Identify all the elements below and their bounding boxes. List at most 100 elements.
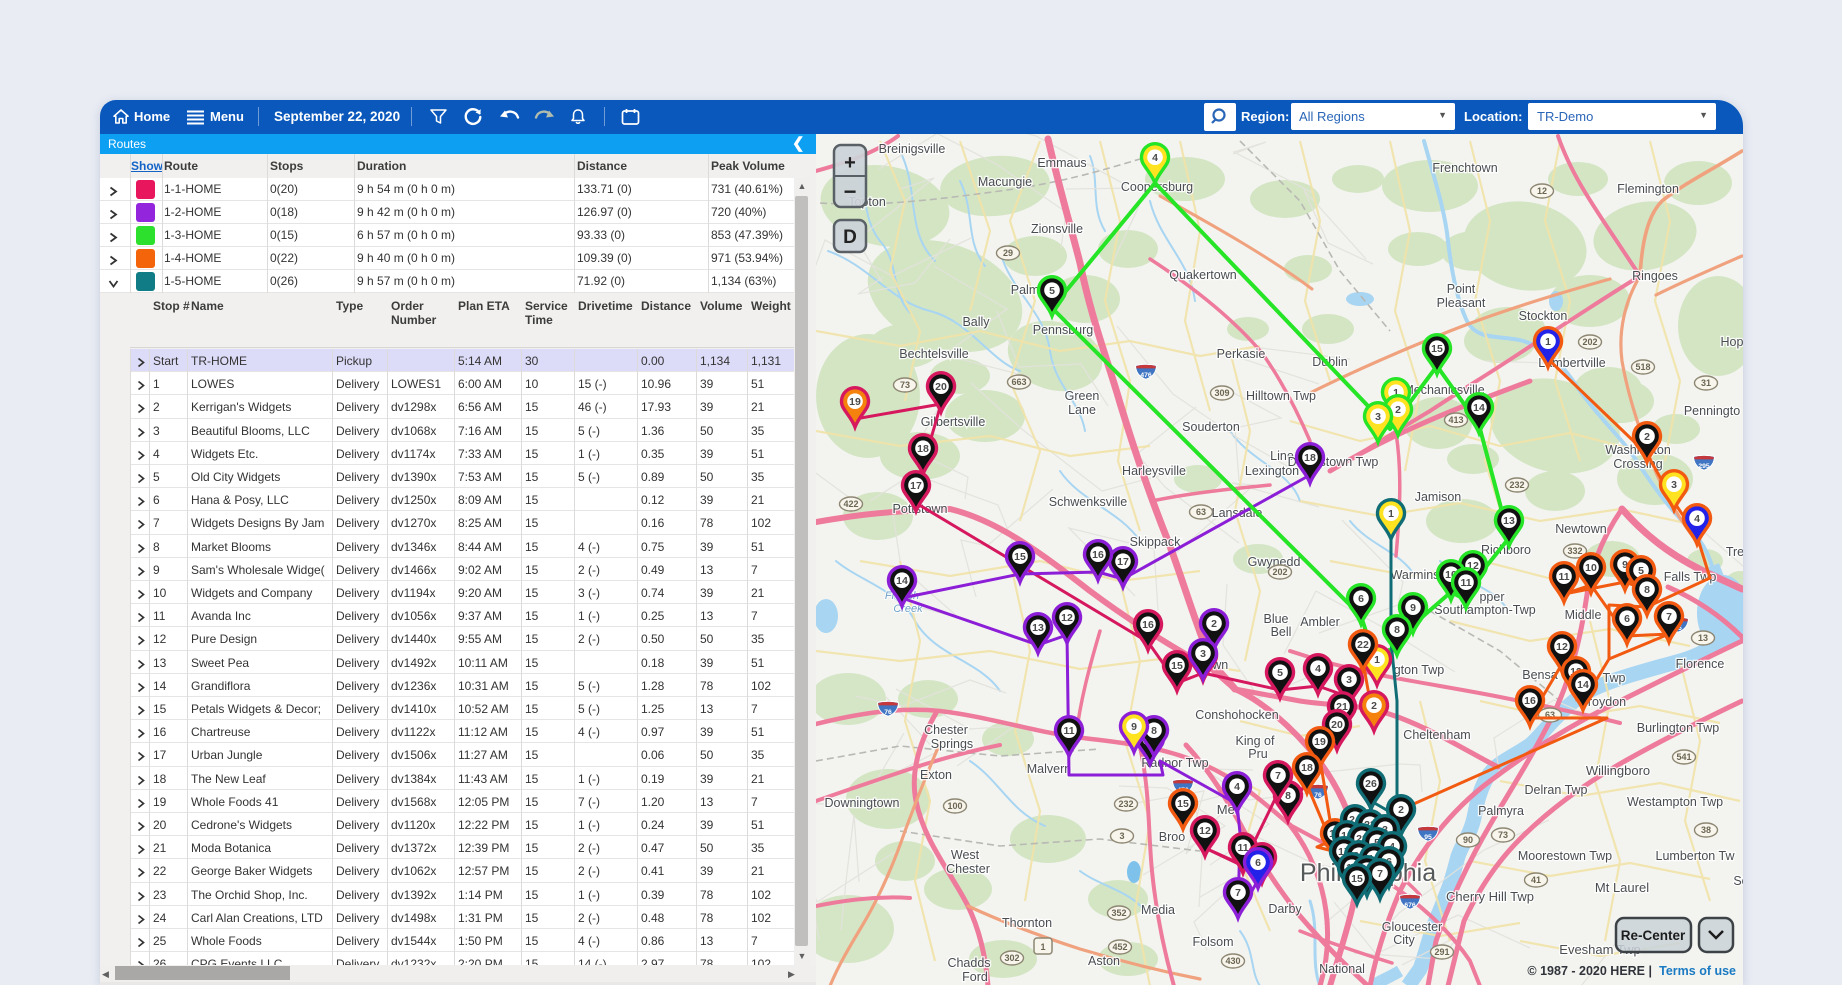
svg-text:232: 232 [1118,799,1133,809]
svg-text:76: 76 [884,709,892,716]
svg-text:Chester: Chester [946,862,990,876]
svg-text:gton Twp: gton Twp [1394,663,1445,677]
svg-text:7: 7 [1377,868,1383,880]
svg-text:3: 3 [1200,648,1206,660]
svg-text:Southampton-Twp: Southampton-Twp [1434,603,1535,617]
svg-text:291: 291 [1434,947,1449,957]
svg-text:Richboro: Richboro [1481,543,1531,557]
svg-text:Exton: Exton [920,768,952,782]
svg-text:232: 232 [1509,480,1524,490]
svg-text:Penningto: Penningto [1684,404,1740,418]
svg-text:Bechtelsville: Bechtelsville [899,347,969,361]
svg-text:22: 22 [1357,639,1369,651]
svg-text:Twp: Twp [1603,671,1626,685]
svg-text:D: D [843,227,857,248]
svg-text:Stockton: Stockton [1519,309,1568,323]
svg-text:16: 16 [1142,619,1154,631]
svg-text:19: 19 [1314,736,1326,748]
svg-text:15: 15 [1014,551,1026,563]
svg-text:Burlington Twp: Burlington Twp [1637,721,1720,735]
svg-text:309: 309 [1214,388,1229,398]
svg-text:541: 541 [1676,752,1691,762]
svg-text:20: 20 [935,381,947,393]
svg-text:95: 95 [1424,834,1432,841]
svg-text:Palmyra: Palmyra [1478,804,1524,818]
svg-text:663: 663 [1011,377,1026,387]
svg-text:Lumberton Tw: Lumberton Tw [1656,849,1736,863]
svg-text:Macungie: Macungie [978,175,1032,189]
svg-text:295: 295 [1698,463,1710,470]
svg-text:4: 4 [1315,663,1321,675]
svg-text:4: 4 [1152,152,1158,164]
svg-text:Schwenksville: Schwenksville [1049,495,1128,509]
svg-text:roydon: roydon [1588,695,1626,709]
svg-text:3: 3 [1119,831,1124,841]
svg-text:Point: Point [1447,282,1476,296]
svg-text:452: 452 [1112,942,1127,952]
svg-text:8: 8 [1285,790,1291,802]
svg-text:Pleasant: Pleasant [1437,296,1486,310]
svg-text:West: West [951,848,980,862]
svg-text:63: 63 [1196,507,1206,517]
svg-text:6: 6 [1255,857,1261,869]
svg-text:202: 202 [1582,337,1597,347]
svg-text:Moorestown Twp: Moorestown Twp [1518,849,1612,863]
svg-text:So: So [1733,874,1743,888]
svg-text:1: 1 [1388,508,1394,520]
svg-text:Delran Twp: Delran Twp [1525,783,1588,797]
svg-text:Malvern: Malvern [1027,762,1072,776]
svg-text:3: 3 [1346,674,1352,686]
svg-text:1: 1 [1374,654,1380,666]
svg-text:4: 4 [1694,513,1700,525]
svg-text:Frenchtown: Frenchtown [1432,161,1497,175]
svg-text:pper: pper [1479,590,1504,604]
svg-text:Gloucester: Gloucester [1382,920,1442,934]
svg-text:Perkasie: Perkasie [1217,347,1266,361]
svg-text:676: 676 [1404,902,1416,909]
svg-text:Terms of use: Terms of use [1659,964,1736,978]
svg-text:15: 15 [1171,660,1183,672]
svg-text:Cherry Hill Twp: Cherry Hill Twp [1446,889,1534,904]
svg-text:Warmins: Warmins [1391,568,1440,582]
svg-text:41: 41 [1531,875,1541,885]
svg-text:Downingtown: Downingtown [824,796,899,810]
svg-text:15: 15 [1431,343,1443,355]
svg-text:9: 9 [1410,602,1416,614]
svg-text:13: 13 [1503,515,1515,527]
svg-text:Newtown: Newtown [1555,522,1606,536]
svg-text:422: 422 [843,499,858,509]
svg-text:Flemington: Flemington [1617,182,1679,196]
svg-text:Breinigsville: Breinigsville [879,142,946,156]
svg-text:352: 352 [1111,908,1126,918]
svg-text:38: 38 [1701,825,1711,835]
svg-text:Cheltenham: Cheltenham [1403,728,1470,742]
svg-text:31: 31 [1701,378,1711,388]
svg-text:7: 7 [1235,887,1241,899]
svg-text:Middle: Middle [1565,608,1602,622]
svg-text:King of: King of [1236,734,1275,748]
svg-text:5: 5 [1277,667,1283,679]
svg-text:Hilltown Twp: Hilltown Twp [1246,389,1316,403]
svg-text:2: 2 [1371,700,1377,712]
svg-text:476: 476 [1140,372,1152,379]
svg-text:18: 18 [1304,452,1316,464]
svg-text:18: 18 [917,443,929,455]
svg-text:17: 17 [910,480,922,492]
svg-text:Mt Laurel: Mt Laurel [1595,880,1649,895]
svg-text:16: 16 [1092,549,1104,561]
svg-text:Blue: Blue [1263,612,1288,626]
svg-text:6: 6 [1624,613,1630,625]
svg-text:13: 13 [1698,633,1708,643]
svg-text:19: 19 [849,396,861,408]
svg-text:Pru: Pru [1248,747,1268,761]
svg-text:6: 6 [1358,593,1364,605]
svg-text:29: 29 [1003,248,1013,258]
svg-text:Ringoes: Ringoes [1632,269,1678,283]
svg-text:Palm: Palm [1011,283,1039,297]
svg-text:© 1987 - 2020 HERE |: © 1987 - 2020 HERE | [1527,964,1652,978]
svg-text:Florence: Florence [1676,657,1725,671]
svg-text:2: 2 [1211,618,1217,630]
svg-text:2: 2 [1398,804,1404,816]
svg-text:Darby: Darby [1268,902,1302,916]
svg-text:13: 13 [1032,622,1044,634]
